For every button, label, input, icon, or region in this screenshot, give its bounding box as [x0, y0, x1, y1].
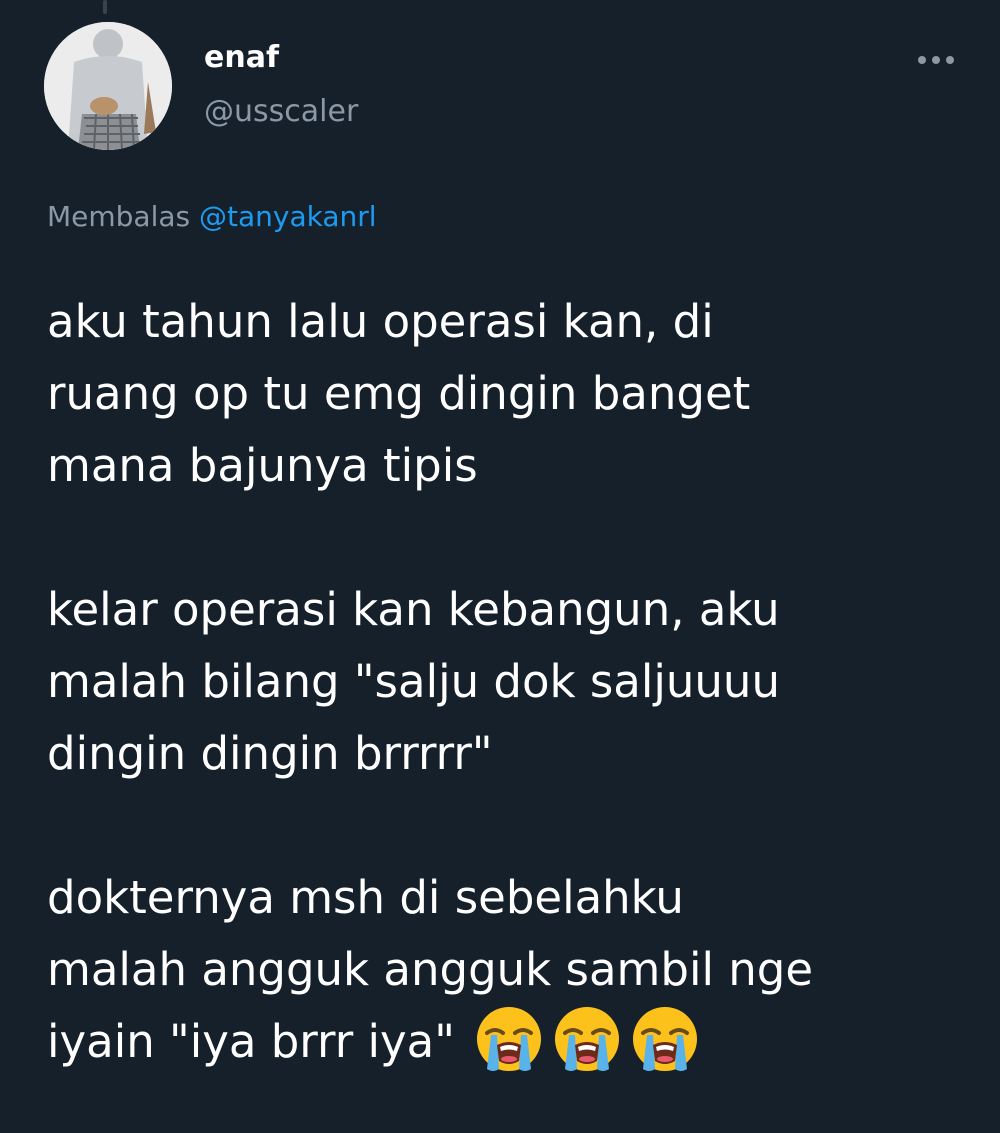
replying-to: Membalas @tanyakanrl	[47, 200, 377, 233]
tweet-line: ruang op tu emg dingin banget	[47, 367, 751, 420]
avatar[interactable]	[44, 22, 172, 150]
more-dots-icon	[918, 56, 954, 64]
tweet-line: dokternya msh di sebelahku	[47, 871, 684, 924]
author-name[interactable]: enaf	[204, 40, 279, 75]
tweet-line: mana bajunya tipis	[47, 439, 478, 492]
tweet-line: malah bilang "salju dok saljuuuu	[47, 655, 780, 708]
thread-connector-line	[103, 0, 107, 14]
tweet-line: dingin dingin brrrrr"	[47, 727, 493, 780]
tweet-paragraph-1: aku tahun lalu operasi kan, di ruang op …	[47, 286, 977, 502]
loudly-crying-face-icon	[632, 1007, 697, 1071]
replying-to-label: Membalas	[47, 200, 191, 233]
author-handle[interactable]: @usscaler	[204, 94, 358, 129]
avatar-image	[44, 22, 172, 150]
replying-to-mention[interactable]: @tanyakanrl	[199, 200, 377, 233]
tweet-line-text: iyain "iya brrr iya"	[47, 1015, 455, 1068]
tweet-line: malah angguk angguk sambil nge	[47, 943, 814, 996]
more-options-button[interactable]	[908, 40, 964, 80]
tweet-line: aku tahun lalu operasi kan, di	[47, 295, 714, 348]
loudly-crying-face-icon	[554, 1007, 619, 1071]
tweet-header: enaf @usscaler	[44, 22, 964, 152]
emoji-group	[455, 1006, 701, 1081]
loudly-crying-face-icon	[476, 1007, 541, 1071]
tweet-paragraph-3: dokternya msh di sebelahku malah angguk …	[47, 862, 977, 1081]
tweet-line: kelar operasi kan kebangun, aku	[47, 583, 780, 636]
tweet-paragraph-2: kelar operasi kan kebangun, aku malah bi…	[47, 574, 977, 790]
tweet-last-line: iyain "iya brrr iya"	[47, 1006, 977, 1081]
tweet-text: aku tahun lalu operasi kan, di ruang op …	[47, 286, 977, 1081]
